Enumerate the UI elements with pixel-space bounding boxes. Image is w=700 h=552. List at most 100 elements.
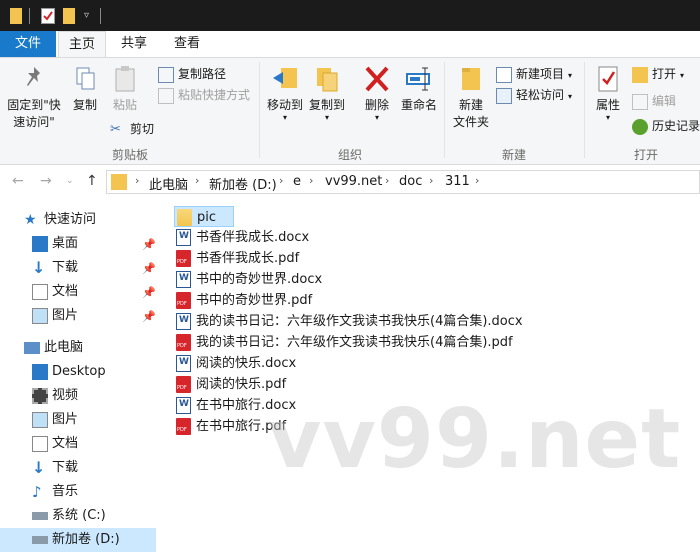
nav-item-pc-documents[interactable]: 文档 [0, 432, 156, 456]
nav-item-music[interactable]: ♪ 音乐 [0, 480, 156, 504]
nav-item-label: 下载 [52, 460, 79, 475]
properties-quick-icon[interactable] [41, 8, 55, 24]
cut-button[interactable]: ✂ 剪切 [110, 119, 154, 139]
easy-access-button[interactable]: 轻松访问 ▾ [496, 85, 572, 105]
breadcrumb-chevron-icon[interactable]: › [429, 174, 433, 187]
document-icon [32, 436, 48, 452]
breadcrumb-chevron-icon[interactable]: › [195, 174, 199, 187]
file-name: 我的读书日记：六年级作文我读书我快乐(4篇合集).pdf [196, 335, 513, 350]
breadcrumb-this-pc[interactable]: 此电脑 [149, 174, 188, 193]
new-folder-button[interactable]: 新建 文件夹 [450, 64, 492, 131]
back-arrow-icon[interactable]: ← [12, 173, 24, 189]
nav-item-label: 系统 (C:) [52, 508, 106, 523]
breadcrumb-drive-d[interactable]: 新加卷 (D:) [209, 174, 277, 193]
organize-group-label: 组织 [337, 148, 362, 162]
pdf-file-icon [176, 376, 191, 393]
desktop-icon [32, 364, 48, 380]
copy-button[interactable]: 复制 [66, 64, 104, 114]
copy-icon [73, 64, 97, 94]
new-folder-quick-icon[interactable] [63, 8, 75, 24]
breadcrumb-e[interactable]: e [293, 174, 301, 189]
tab-home[interactable]: 主页 [58, 31, 106, 58]
new-folder-icon [459, 64, 483, 94]
tab-view[interactable]: 查看 [164, 31, 210, 57]
customize-quick-access-icon[interactable]: ▿ [84, 8, 94, 24]
group-divider [584, 62, 585, 158]
word-file-icon [176, 271, 191, 288]
music-icon: ♪ [32, 483, 42, 501]
paste-shortcut-button[interactable]: 粘贴快捷方式 [158, 85, 250, 105]
picture-icon [32, 412, 48, 428]
nav-quick-access[interactable]: ★ 快速访问 [0, 208, 156, 232]
forward-arrow-icon[interactable]: → [40, 173, 52, 189]
title-bar: ▿ [0, 0, 700, 31]
breadcrumb-doc[interactable]: doc [399, 174, 422, 189]
video-icon [32, 388, 48, 404]
properties-button[interactable]: 属性 ▾ [590, 64, 626, 122]
breadcrumb-chevron-icon[interactable]: › [135, 174, 139, 187]
nav-this-pc[interactable]: 此电脑 [0, 336, 156, 360]
scissors-icon: ✂ [110, 121, 121, 137]
breadcrumb-chevron-icon[interactable]: › [309, 174, 313, 187]
nav-item-label: 音乐 [52, 484, 79, 499]
open-button[interactable]: 打开 ▾ [632, 64, 684, 84]
delete-label: 删除 [364, 98, 389, 112]
ribbon: 固定到"快 速访问" 复制 粘贴 复制路径 粘贴快捷方式 ✂ 剪切 剪贴板 移动到… [0, 57, 700, 165]
breadcrumb-chevron-icon[interactable]: › [385, 174, 389, 187]
nav-item-pc-pictures[interactable]: 图片 [0, 408, 156, 432]
file-name: pic [197, 210, 217, 225]
toolbar-divider [100, 8, 101, 24]
clipboard-group-label: 剪贴板 [111, 148, 148, 162]
delete-icon [363, 64, 391, 94]
copy-path-button[interactable]: 复制路径 [158, 64, 226, 84]
pin-to-quick-access-button[interactable]: 固定到"快 速访问" [4, 64, 64, 131]
new-folder-label-line2: 文件夹 [452, 115, 489, 129]
file-name: 书香伴我成长.pdf [196, 251, 300, 266]
nav-item-videos[interactable]: 视频 [0, 384, 156, 408]
word-file-icon [176, 313, 191, 330]
pin-label-line1: 固定到"快 [7, 98, 61, 112]
paste-shortcut-icon [158, 87, 174, 104]
paste-shortcut-label: 粘贴快捷方式 [178, 88, 251, 102]
desktop-icon [32, 236, 48, 252]
breadcrumb-vv99[interactable]: vv99.net [325, 174, 382, 189]
nav-item-pictures[interactable]: 图片 📌 [0, 304, 156, 328]
drive-icon [32, 536, 48, 544]
recent-locations-chevron-icon[interactable]: ⌄ [66, 176, 74, 186]
history-label: 历史记录 [652, 119, 700, 133]
nav-item-pc-desktop[interactable]: Desktop [0, 360, 156, 384]
nav-item-pc-downloads[interactable]: ↓ 下载 [0, 456, 156, 480]
open-group-label: 打开 [633, 148, 658, 162]
nav-item-documents[interactable]: 文档 📌 [0, 280, 156, 304]
properties-dropdown-icon: ▾ [605, 113, 610, 122]
paste-button[interactable]: 粘贴 [106, 64, 144, 114]
tab-file[interactable]: 文件 [0, 31, 56, 57]
copy-to-button[interactable]: 复制到 ▾ [306, 64, 348, 122]
copy-path-label: 复制路径 [178, 67, 227, 81]
tab-share[interactable]: 共享 [112, 31, 156, 57]
copy-path-icon [158, 66, 174, 83]
nav-item-label: 图片 [52, 308, 79, 323]
move-to-button[interactable]: 移动到 ▾ [264, 64, 306, 122]
nav-item-drive-c[interactable]: 系统 (C:) [0, 504, 156, 528]
nav-item-label: Desktop [52, 364, 106, 379]
nav-item-label: 视频 [52, 388, 79, 403]
breadcrumb-chevron-icon[interactable]: › [279, 174, 283, 187]
up-arrow-icon[interactable]: ↑ [86, 173, 98, 189]
rename-button[interactable]: 重命名 [398, 64, 440, 114]
picture-icon [32, 308, 48, 324]
history-button[interactable]: 历史记录 [632, 116, 700, 136]
file-name: 我的读书日记：六年级作文我读书我快乐(4篇合集).docx [196, 314, 523, 329]
delete-button[interactable]: 删除 ▾ [358, 64, 396, 122]
nav-item-drive-d[interactable]: 新加卷 (D:) [0, 528, 156, 552]
new-item-button[interactable]: 新建项目 ▾ [496, 64, 572, 84]
breadcrumb-311[interactable]: 311 [445, 174, 470, 189]
nav-item-desktop[interactable]: 桌面 📌 [0, 232, 156, 256]
open-label: 打开 [652, 67, 677, 81]
edit-button[interactable]: 编辑 [632, 91, 676, 111]
nav-item-downloads[interactable]: ↓ 下载 📌 [0, 256, 156, 280]
list-item[interactable]: pic [174, 206, 234, 227]
breadcrumb-chevron-icon[interactable]: › [475, 174, 479, 187]
address-bar[interactable]: › 此电脑 › 新加卷 (D:) › e › vv99.net › doc › … [106, 170, 700, 194]
word-file-icon [176, 397, 191, 414]
